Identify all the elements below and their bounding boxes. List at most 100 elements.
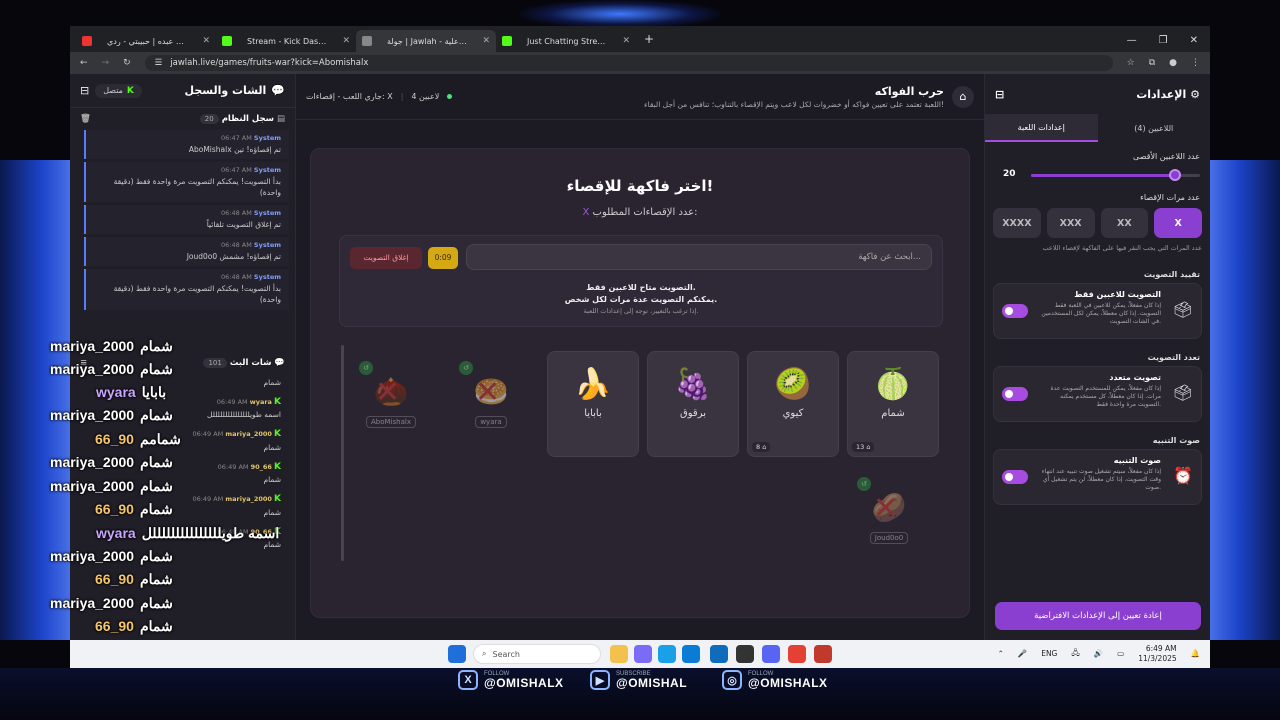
reset-defaults-button[interactable]: إعادة تعيين إلى الإعدادات الافتراضية [995, 602, 1201, 630]
close-tab-icon[interactable]: ✕ [622, 36, 630, 46]
minimize-button[interactable]: — [1127, 35, 1137, 46]
social-youtube: ▶ SUBSCRIBE @OMISHAL [590, 670, 687, 690]
fruit-card[interactable]: 🍌 بابايا [547, 351, 639, 457]
close-vote-button[interactable]: إغلاق التصويت [350, 247, 422, 269]
overlay-username: mariya_2000 [50, 454, 135, 470]
edge-icon[interactable] [658, 645, 676, 663]
social-instagram: ◎ FOLLOW @OMISHALX [722, 670, 828, 690]
url-field[interactable]: ☰ jawlah.live/games/fruits-war?kick=Abomi… [144, 55, 1113, 71]
sound-toggle[interactable] [1002, 470, 1028, 484]
game-description: اللعبة تعتمد على تعيين فواكه أو خضروات ل… [644, 99, 944, 109]
discord-icon[interactable] [762, 645, 780, 663]
clock[interactable]: 6:49 AM 11/3/2025 [1138, 644, 1176, 664]
overlay-chat-line: mariya_2000 شمام [50, 595, 173, 612]
voting-panel: إغلاق التصويت 0:09 ابحث عن فاكهة... التص… [339, 235, 943, 327]
multi-vote-toggle[interactable] [1002, 387, 1028, 401]
overlay-username: 66_90 [95, 501, 134, 517]
app-icon[interactable] [814, 645, 832, 663]
eliminated-fruit: ↺ 🥯 ✕ wyara [459, 361, 521, 453]
elim-option-xx[interactable]: XX [1100, 208, 1149, 238]
chrome-icon[interactable] [788, 645, 806, 663]
overlay-message: شمام [140, 338, 173, 354]
microphone-icon[interactable]: 🎤 [1018, 649, 1027, 658]
vote-settings-hint: إذا ترغب بالتغيير، توجه إلى إعدادات اللع… [583, 307, 699, 315]
tab-players[interactable]: اللاعبين (4) [1098, 114, 1211, 142]
overlay-chat-line: mariya_2000 شمام [50, 407, 173, 424]
forward-icon[interactable]: → [102, 58, 110, 68]
windows-start-icon[interactable] [448, 645, 466, 663]
trash-icon[interactable]: 🗑 [80, 114, 91, 124]
back-icon[interactable]: ← [80, 58, 88, 68]
overlay-message: شمام [139, 501, 173, 517]
menu-icon[interactable]: ⋮ [1191, 58, 1200, 68]
melon-icon: 🍈 [874, 367, 912, 402]
game-board: اختر فاكهة للإقصاء! X عدد الإقصاءات المط… [310, 148, 970, 618]
multi-section-title: تعدد التصويت [1147, 353, 1200, 362]
max-players-slider[interactable]: 20 [995, 167, 1200, 183]
system-message: 06:47 AM System بدأ التصويت! يمكنكم التصو… [84, 162, 289, 203]
address-bar: ← → ↻ ☰ jawlah.live/games/fruits-war?kick… [70, 52, 1210, 74]
new-tab-button[interactable]: + [636, 32, 662, 52]
chevron-up-icon[interactable]: ⌃ [998, 649, 1004, 658]
tab-game-settings[interactable]: إعدادات اللعبة [985, 114, 1098, 142]
home-button[interactable]: ⌂ [952, 85, 974, 108]
maximize-button[interactable]: ❐ [1159, 35, 1168, 46]
tab-youtube[interactable]: محمد عبده | حبيبتي - ردي ✕ [76, 30, 216, 52]
search-icon: ⌕ [482, 649, 487, 658]
tab-kick-live[interactable]: Just Chatting Streaming - Live ✕ [496, 30, 636, 52]
profile-icon[interactable]: ● [1169, 58, 1177, 68]
left-glow-decoration [0, 160, 70, 640]
elimination-count-value: X [582, 207, 590, 218]
battery-icon[interactable]: ▭ [1117, 649, 1124, 658]
store-icon[interactable] [682, 645, 700, 663]
settings-title: الإعدادات [1136, 87, 1187, 101]
eliminated-fruit: ↺ 🌰 ✕ AboMishalx [359, 361, 421, 453]
overlay-username: wyara [96, 384, 136, 400]
overlay-username: mariya_2000 [50, 478, 135, 494]
reload-icon[interactable]: ↻ [123, 58, 131, 68]
slider-fill [1031, 174, 1175, 177]
notifications-icon[interactable]: 🔔 [1191, 649, 1200, 658]
sound-title: صوت التنبيه [1113, 456, 1161, 465]
overlay-chat-line: 66_90 شمام [95, 618, 173, 635]
elim-option-x[interactable]: X [1154, 208, 1202, 238]
collapse-panel-icon[interactable]: ⊟ [995, 88, 1004, 101]
close-tab-icon[interactable]: ✕ [342, 36, 350, 46]
overlay-message: شمامم [139, 431, 181, 447]
tab-kick-dashboard[interactable]: Stream - Kick Dashboard ✕ [216, 30, 356, 52]
fruit-search-input[interactable]: ابحث عن فاكهة... [466, 244, 932, 270]
elim-option-xxx[interactable]: XXX [1046, 208, 1095, 238]
taskbar-search[interactable]: ⌕ Search [473, 644, 601, 664]
outlook-icon[interactable] [710, 645, 728, 663]
extensions-icon[interactable]: ⧉ [1149, 58, 1155, 68]
overlay-chat-line: 66_90 شمام [95, 571, 173, 588]
home-icon: ⌂ [959, 90, 967, 103]
slider-knob[interactable] [1169, 169, 1181, 181]
fruit-card[interactable]: 🍇 برقوق [647, 351, 739, 457]
language-indicator[interactable]: ENG [1041, 649, 1057, 658]
close-window-button[interactable]: ✕ [1190, 35, 1198, 46]
overlay-username: wyara [96, 525, 136, 541]
network-icon[interactable]: 🖧 [1071, 647, 1079, 660]
restrict-vote-toggle[interactable] [1002, 304, 1028, 318]
obs-icon[interactable] [736, 645, 754, 663]
fruit-card[interactable]: 🍈 شمام 13 ⌂ [847, 351, 939, 457]
copilot-icon[interactable] [634, 645, 652, 663]
scrollbar[interactable] [341, 345, 344, 561]
chat-bubble-icon: 💬 [271, 84, 285, 97]
url-text: jawlah.live/games/fruits-war?kick=Abomis… [170, 58, 369, 68]
overlay-message: شمام [140, 548, 173, 564]
fruit-card[interactable]: 🥝 كيوي 8 ⌂ [747, 351, 839, 457]
site-info-icon[interactable]: ☰ [155, 58, 163, 68]
volume-icon[interactable]: 🔊 [1094, 649, 1103, 658]
elimination-label: عدد مرات الإقصاء [1140, 193, 1200, 202]
tab-jawlah[interactable]: جولة | Jawlah - منصة الألعاب التفاعلية ✕ [356, 30, 496, 52]
elim-option-xxxx[interactable]: XXXX [993, 208, 1041, 238]
fruit-name: برقوق [679, 408, 706, 419]
game-title-block: حرب الفواكه اللعبة تعتمد على تعيين فواكه… [644, 85, 944, 109]
close-tab-icon[interactable]: ✕ [482, 36, 490, 46]
collapse-panel-icon[interactable]: ⊟ [80, 84, 89, 97]
bookmark-star-icon[interactable]: ☆ [1127, 58, 1135, 68]
file-explorer-icon[interactable] [610, 645, 628, 663]
close-tab-icon[interactable]: ✕ [202, 36, 210, 46]
